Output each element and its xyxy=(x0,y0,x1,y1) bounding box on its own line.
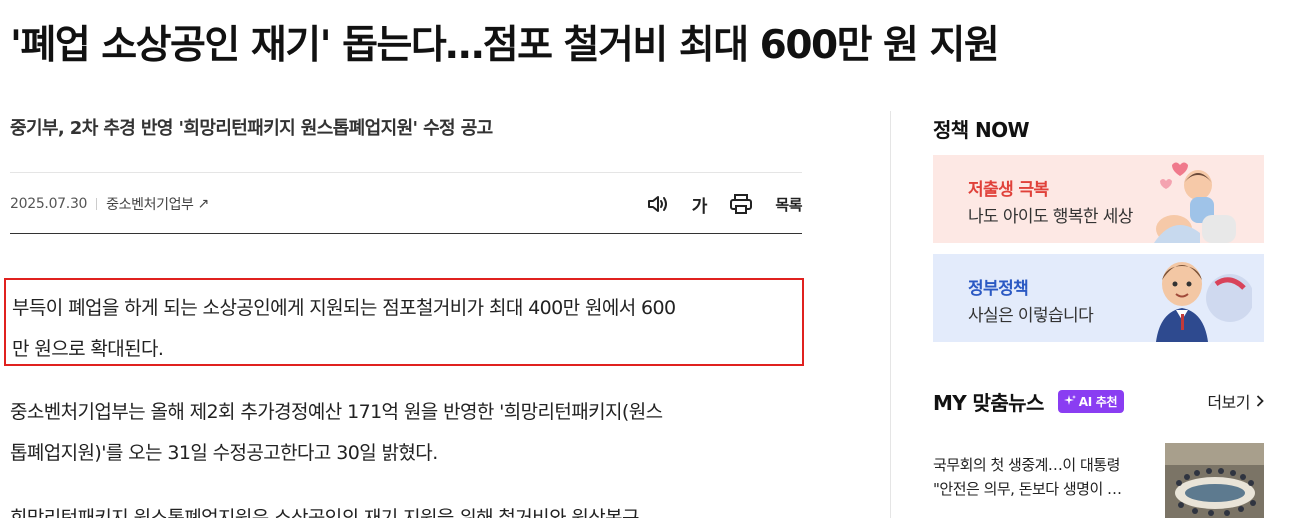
more-button[interactable]: 더보기 xyxy=(1207,389,1264,413)
list-button[interactable]: 목록 xyxy=(775,190,802,218)
column-divider xyxy=(890,111,891,518)
print-button[interactable] xyxy=(729,190,753,218)
speaker-icon xyxy=(647,196,667,212)
chevron-right-icon xyxy=(1256,395,1264,407)
listen-button[interactable] xyxy=(646,190,670,218)
parent-baby-illustration xyxy=(1154,162,1236,243)
ai-badge-label: AI 추천 xyxy=(1078,394,1118,409)
external-link-icon: ↗ xyxy=(197,196,210,212)
article-date: 2025.07.30 xyxy=(10,196,88,212)
lead-line-1: 부득이 폐업을 하게 되는 소상공인에게 지원되는 점포철거비가 최대 400만… xyxy=(12,297,676,319)
banner-gov-policy[interactable]: 정부정책 사실은 이렇습니다 xyxy=(933,254,1264,342)
lead-highlight-box: 부득이 폐업을 하게 되는 소상공인에게 지원되는 점포철거비가 최대 400만… xyxy=(4,278,804,366)
lead-paragraph: 부득이 폐업을 하게 되는 소상공인에게 지원되는 점포철거비가 최대 400만… xyxy=(12,288,796,370)
source-link[interactable]: 중소벤처기업부 ↗ xyxy=(106,194,209,214)
lead-line-2: 만 원으로 확대된다. xyxy=(12,338,164,360)
banner-subtitle: 나도 아이도 행복한 세상 xyxy=(968,207,1133,227)
news-item-line-2: "안전은 의무, 돈보다 생명이 … xyxy=(933,480,1122,498)
meta-divider xyxy=(10,233,802,234)
article-headline: '폐업 소상공인 재기' 돕는다…점포 철거비 최대 600만 원 지원 xyxy=(10,23,1000,68)
my-news-item[interactable]: 국무회의 첫 생중계…이 대통령 "안전은 의무, 돈보다 생명이 … xyxy=(933,443,1264,518)
body-p1-line-2: 톱폐업지원)'를 오는 31일 수정공고한다고 30일 밝혔다. xyxy=(10,442,438,464)
body-p1-line-1: 중소벤처기업부는 올해 제2회 추가경정예산 171억 원을 반영한 '희망리턴… xyxy=(10,401,663,423)
ai-recommend-badge: AI 추천 xyxy=(1057,389,1125,413)
article-tools: 가 목록 xyxy=(646,190,802,218)
official-character-illustration xyxy=(1156,262,1252,342)
news-item-line-1: 국무회의 첫 생중계…이 대통령 xyxy=(933,456,1120,474)
body-paragraph-2: 희망리턴패키지 원스톱폐업지원은 소상공인의 재기 지원을 위해 철거비와 원상… xyxy=(10,507,639,518)
meta-separator xyxy=(96,198,98,210)
banner-title: 정부정책 xyxy=(968,279,1029,299)
subtitle-divider xyxy=(10,172,802,173)
news-thumbnail xyxy=(1165,443,1264,518)
body-paragraph-1: 중소벤처기업부는 올해 제2회 추가경정예산 171억 원을 반영한 '희망리턴… xyxy=(10,392,802,474)
article-subtitle: 중기부, 2차 추경 반영 '희망리턴패키지 원스톱폐업지원' 수정 공고 xyxy=(10,118,493,139)
my-news-header: MY 맞춤뉴스 AI 추천 더보기 xyxy=(933,386,1264,416)
sparkle-icon xyxy=(1063,395,1076,405)
my-news-title: MY 맞춤뉴스 xyxy=(933,390,1044,415)
font-size-button[interactable]: 가 xyxy=(692,190,708,218)
cabinet-meeting-photo xyxy=(1165,443,1264,518)
banner-title: 저출생 극복 xyxy=(968,180,1049,200)
printer-icon xyxy=(730,194,753,214)
banner-subtitle: 사실은 이렇습니다 xyxy=(968,306,1094,326)
more-label: 더보기 xyxy=(1207,393,1250,412)
banner-low-birthrate[interactable]: 저출생 극복 나도 아이도 행복한 세상 xyxy=(933,155,1264,243)
article-meta: 2025.07.30 중소벤처기업부 ↗ 가 목록 xyxy=(10,188,802,220)
source-label: 중소벤처기업부 xyxy=(106,197,194,213)
policy-now-title: 정책 NOW xyxy=(933,118,1030,142)
news-item-text: 국무회의 첫 생중계…이 대통령 "안전은 의무, 돈보다 생명이 … xyxy=(933,453,1148,501)
